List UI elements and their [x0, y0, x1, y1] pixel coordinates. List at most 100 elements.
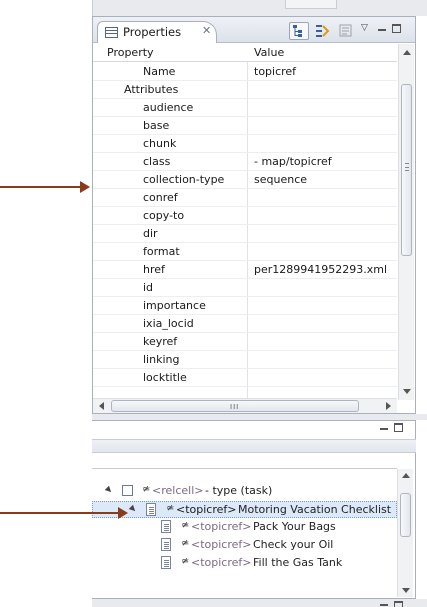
- advanced-button[interactable]: [336, 22, 356, 40]
- table-row[interactable]: keyref: [93, 333, 397, 351]
- maximize-icon[interactable]: [394, 601, 403, 607]
- tree-item[interactable]: ≄ <topicref> Fill the Gas Tank: [92, 555, 397, 572]
- table-row[interactable]: copy-to: [93, 207, 397, 225]
- scroll-right-icon[interactable]: [386, 402, 391, 410]
- property-name: dir: [143, 227, 158, 240]
- scroll-down-icon[interactable]: [402, 588, 410, 593]
- minimize-icon[interactable]: [378, 29, 386, 31]
- table-row[interactable]: audience: [93, 99, 397, 117]
- outline-toolbar: [92, 439, 416, 453]
- property-value[interactable]: sequence: [254, 173, 307, 186]
- scroll-left-icon[interactable]: [99, 402, 104, 410]
- checkbox[interactable]: [122, 485, 133, 496]
- tree-item[interactable]: ≄ <relcell> - type (task): [92, 483, 397, 500]
- property-value[interactable]: topicref: [254, 65, 296, 78]
- tree-item[interactable]: ≄ <topicref> Pack Your Bags: [92, 519, 397, 536]
- table-row[interactable]: href per1289941952293.xml: [93, 261, 397, 279]
- column-header-property[interactable]: Property: [107, 46, 154, 59]
- properties-icon: [105, 27, 118, 38]
- tree-item[interactable]: ≄ <topicref> Motoring Vacation Checklist: [92, 501, 397, 518]
- document-icon: [161, 538, 171, 551]
- tree-view-icon: [293, 25, 302, 37]
- property-name: class: [143, 155, 171, 168]
- tree-item-label: Pack Your Bags: [253, 520, 336, 533]
- close-icon[interactable]: ✕: [202, 24, 211, 37]
- table-row[interactable]: chunk: [93, 135, 397, 153]
- filter-button[interactable]: [313, 22, 333, 40]
- link-icon: ≄: [181, 538, 190, 549]
- maximize-icon[interactable]: [394, 423, 403, 432]
- view-menu-icon[interactable]: ▽: [361, 23, 368, 33]
- element-tag: <topicref>: [191, 538, 252, 551]
- table-row[interactable]: Name topicref: [93, 63, 397, 81]
- document-icon: [146, 503, 156, 516]
- property-value[interactable]: per1289941952293.xml: [254, 263, 387, 276]
- maximize-icon[interactable]: [392, 24, 401, 33]
- annotation-arrow-collection-type: [0, 181, 90, 193]
- tree-view-button[interactable]: [289, 22, 309, 40]
- properties-view: Properties ✕ ▽ Property Value Name topic…: [92, 16, 416, 414]
- horizontal-scrollbar[interactable]: III: [93, 398, 397, 413]
- table-row[interactable]: collection-type sequence: [93, 171, 397, 189]
- table-row[interactable]: class - map/topicref: [93, 153, 397, 171]
- property-value[interactable]: - map/topicref: [254, 155, 332, 168]
- link-icon: ≄: [181, 520, 190, 531]
- property-name: collection-type: [143, 173, 225, 186]
- column-header-value[interactable]: Value: [254, 46, 284, 59]
- table-row[interactable]: importance: [93, 297, 397, 315]
- table-row[interactable]: base: [93, 117, 397, 135]
- expand-toggle-icon[interactable]: [104, 485, 114, 495]
- upper-view-toolbar-button[interactable]: [285, 0, 337, 9]
- table-row[interactable]: linking: [93, 351, 397, 369]
- property-name: locktitle: [143, 371, 187, 384]
- element-tag: <relcell>: [152, 484, 204, 497]
- table-row[interactable]: id: [93, 279, 397, 297]
- element-tag: <topicref>: [191, 520, 252, 533]
- scroll-up-icon[interactable]: [402, 473, 410, 478]
- outline-vertical-scrollbar[interactable]: [397, 469, 413, 597]
- annotation-arrow-topicref: [0, 507, 128, 519]
- advanced-icon: [339, 24, 352, 37]
- property-name: href: [143, 263, 165, 276]
- expand-toggle-icon[interactable]: [128, 504, 138, 514]
- table-row[interactable]: locktitle: [93, 369, 397, 387]
- property-name: ixia_locid: [143, 317, 194, 330]
- property-name: importance: [143, 299, 206, 312]
- property-name: Name: [143, 65, 176, 78]
- filter-icon: [316, 25, 330, 37]
- element-tag: <topicref>: [191, 556, 252, 569]
- property-name: conref: [143, 191, 178, 204]
- property-name: copy-to: [143, 209, 185, 222]
- table-row[interactable]: Attributes: [93, 81, 397, 99]
- tree-item-label: - type (task): [205, 484, 273, 497]
- property-name: id: [143, 281, 154, 294]
- tree-item[interactable]: ≄ <topicref> Check your Oil: [92, 537, 397, 554]
- tree-item-label: Check your Oil: [253, 538, 334, 551]
- minimize-icon[interactable]: [380, 604, 388, 606]
- table-row[interactable]: ixia_locid: [93, 315, 397, 333]
- link-icon: ≄: [142, 484, 151, 495]
- properties-tab-label: Properties: [123, 25, 182, 39]
- vertical-scrollbar[interactable]: [398, 44, 414, 400]
- property-name: audience: [143, 101, 194, 114]
- properties-view-header: Properties ✕ ▽: [93, 17, 415, 43]
- lower-view-stub: [92, 599, 427, 607]
- property-name: linking: [143, 353, 180, 366]
- table-row[interactable]: format: [93, 243, 397, 261]
- outline-tree: ≄ <relcell> - type (task) ≄ <topicref> Moto…: [92, 483, 397, 588]
- table-row[interactable]: dir: [93, 225, 397, 243]
- tree-item-label: Fill the Gas Tank: [253, 556, 343, 569]
- element-tag: <topicref>: [176, 503, 237, 516]
- properties-tab[interactable]: Properties ✕: [97, 21, 217, 43]
- horizontal-scrollbar-thumb[interactable]: III: [111, 400, 359, 412]
- tree-item-label: Motoring Vacation Checklist: [238, 503, 392, 516]
- minimize-icon[interactable]: [380, 428, 388, 430]
- grip-icon: [405, 163, 409, 171]
- scroll-up-icon[interactable]: [403, 50, 411, 55]
- scrollbar-thumb[interactable]: [400, 493, 411, 537]
- scroll-down-icon[interactable]: [403, 389, 411, 394]
- property-name: base: [143, 119, 170, 132]
- properties-table: Property Value Name topicref Attributes aud…: [93, 44, 397, 400]
- table-row[interactable]: conref: [93, 189, 397, 207]
- scrollbar-thumb[interactable]: [401, 84, 412, 256]
